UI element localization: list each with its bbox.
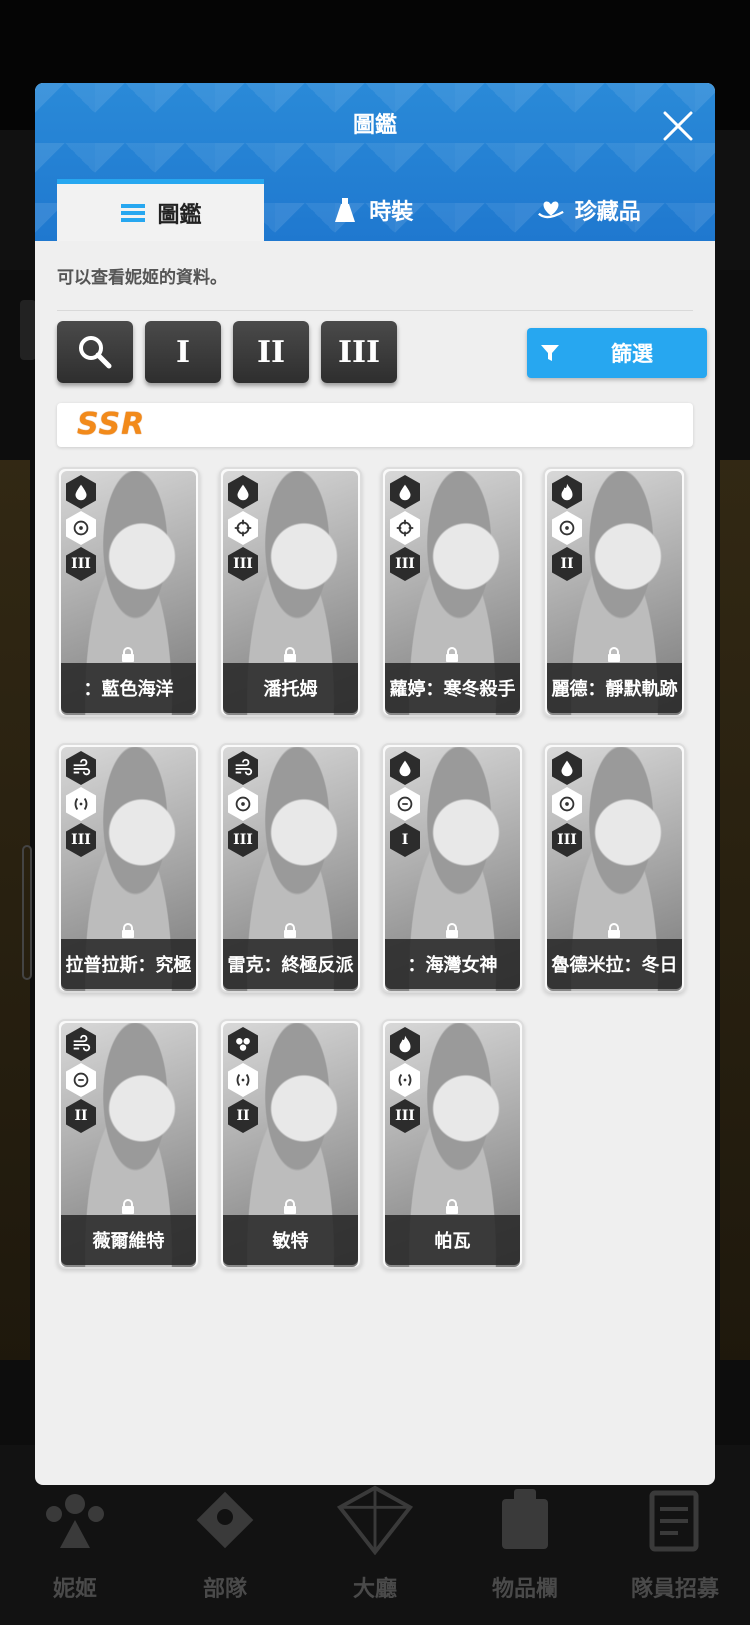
search-button[interactable]: [57, 321, 133, 383]
lock-icon: [283, 923, 297, 939]
lock-icon: [445, 923, 459, 939]
nikke-card[interactable]: III 雷克：終極反派: [219, 743, 362, 993]
list-icon: [119, 199, 147, 227]
background-right-edge: [720, 460, 750, 1360]
lock-icon: [121, 1199, 135, 1215]
nikke-card[interactable]: III 潘托姆: [219, 467, 362, 717]
nav-item-inventory[interactable]: 物品欄: [460, 1485, 590, 1603]
nav-label-inventory: 物品欄: [491, 1577, 558, 1602]
tab-costume-label: 時裝: [369, 200, 414, 225]
nav-item-squad[interactable]: 部隊: [160, 1485, 290, 1603]
nikke-card[interactable]: II 麗德：靜默軌跡: [543, 467, 686, 717]
nikke-card[interactable]: II 敏特: [219, 1019, 362, 1269]
nav-label-squad: 部隊: [202, 1577, 247, 1602]
nav-item-nikke[interactable]: 妮姬: [10, 1485, 140, 1603]
nav-item-recruit[interactable]: 隊員招募: [610, 1485, 740, 1603]
ssr-label: SSR: [77, 407, 146, 442]
dialog-description: 可以查看妮姬的資料。: [57, 268, 227, 288]
filter-row: I II III 篩選: [57, 321, 707, 383]
tab-costume[interactable]: 時裝: [264, 179, 481, 241]
nikke-card[interactable]: III 魯德米拉：冬日: [543, 743, 686, 993]
nikke-card[interactable]: II 薇爾維特: [57, 1019, 200, 1269]
nikke-card[interactable]: III 蘿婷：寒冬殺手: [381, 467, 524, 717]
burst-3-filter-button[interactable]: III: [321, 321, 397, 383]
tab-collection-label: 珍藏品: [574, 200, 641, 225]
close-icon: [663, 111, 693, 141]
lock-icon: [283, 647, 297, 663]
nikke-name: ：海灣女神: [385, 939, 520, 989]
inventory-icon: [486, 1485, 564, 1555]
nikke-name: 帕瓦: [385, 1215, 520, 1265]
nikke-card[interactable]: III 帕瓦: [381, 1019, 524, 1269]
tab-codex-label: 圖鑑: [157, 202, 202, 228]
lock-icon: [607, 647, 621, 663]
tab-bar: 圖鑑 時裝 珍藏品: [57, 179, 697, 241]
dialog-title: 圖鑑: [352, 113, 397, 138]
dialog-header: 圖鑑 圖鑑 時裝 珍藏品: [35, 83, 715, 241]
nikke-card[interactable]: III ：藍色海洋: [57, 467, 200, 717]
nikke-card[interactable]: I ：海灣女神: [381, 743, 524, 993]
sift-button[interactable]: 篩選: [527, 328, 707, 378]
background-scrollbar: [22, 845, 32, 980]
burst-2-filter-button[interactable]: II: [233, 321, 309, 383]
nav-label-nikke: 妮姬: [52, 1577, 97, 1602]
close-button[interactable]: [659, 107, 697, 145]
lock-icon: [283, 1199, 297, 1215]
nikke-name: ：藍色海洋: [61, 663, 196, 713]
tab-codex[interactable]: 圖鑑: [57, 179, 264, 241]
tab-collection[interactable]: 珍藏品: [481, 179, 698, 241]
sift-label: 篩選: [611, 342, 653, 366]
lock-icon: [121, 923, 135, 939]
nikke-name: 雷克：終極反派: [223, 939, 358, 989]
lock-icon: [445, 1199, 459, 1215]
codex-dialog: 圖鑑 圖鑑 時裝 珍藏品 可以查看妮姬的資料。 I II III 篩選 SSR …: [35, 83, 715, 1485]
lock-icon: [607, 923, 621, 939]
lobby-icon: [336, 1485, 414, 1555]
nikke-name: 拉普拉斯：究極: [61, 939, 196, 989]
squad-icon: [186, 1485, 264, 1555]
background-side-tab: [20, 300, 36, 360]
nikke-name: 麗德：靜默軌跡: [547, 663, 682, 713]
lock-icon: [445, 647, 459, 663]
heart-hand-icon: [537, 196, 565, 224]
nav-label-recruit: 隊員招募: [630, 1577, 719, 1602]
dress-icon: [331, 196, 359, 224]
recruit-icon: [636, 1485, 714, 1555]
lock-icon: [121, 647, 135, 663]
divider: [57, 310, 693, 311]
search-icon: [79, 336, 112, 369]
nikke-name: 魯德米拉：冬日: [547, 939, 682, 989]
nikke-name: 薇爾維特: [61, 1215, 196, 1265]
nav-item-lobby[interactable]: 大廳: [310, 1485, 440, 1603]
burst-1-filter-button[interactable]: I: [145, 321, 221, 383]
nav-label-lobby: 大廳: [352, 1577, 397, 1602]
nikke-name: 敏特: [223, 1215, 358, 1265]
nikke-icon: [36, 1485, 114, 1555]
rarity-header: SSR: [57, 403, 693, 447]
nikke-name: 蘿婷：寒冬殺手: [385, 663, 520, 713]
nikke-name: 潘托姆: [223, 663, 358, 713]
nikke-card[interactable]: III 拉普拉斯：究極: [57, 743, 200, 993]
